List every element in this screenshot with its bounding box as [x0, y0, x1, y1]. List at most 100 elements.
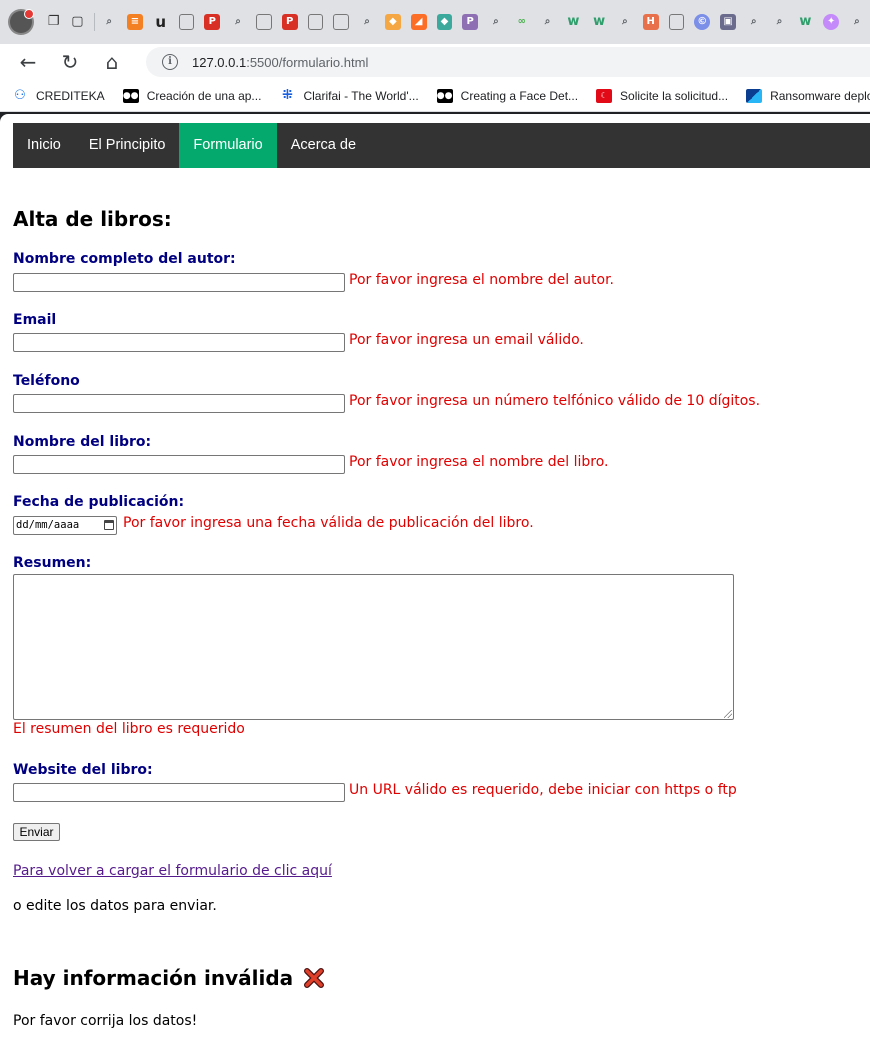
stackoverflow-tab-icon[interactable]: ≡: [127, 14, 143, 30]
bookmark-item[interactable]: ☾ Solicite la solicitud...: [596, 88, 729, 103]
bookmark-label: Clarifai - The World'...: [303, 88, 419, 103]
bookmark-item[interactable]: ●● Creación de una ap...: [122, 88, 262, 103]
p-tab-icon[interactable]: P: [462, 14, 479, 30]
summary-error: El resumen del libro es requerido: [13, 721, 245, 737]
document-tab-icon[interactable]: [668, 14, 685, 30]
website-label: Website del libro:: [13, 762, 153, 778]
pub-date-placeholder: dd/mm/aaaa: [16, 519, 80, 531]
cross-mark-icon: [303, 967, 325, 989]
phone-error: Por favor ingresa un número telfónico vá…: [349, 393, 761, 409]
search-tab-icon[interactable]: ⌕: [101, 14, 117, 30]
app-tab-icon[interactable]: ▣: [720, 14, 736, 30]
nav-link-acerca-de[interactable]: Acerca de: [277, 123, 370, 168]
globe-tab-icon[interactable]: ©: [694, 14, 711, 30]
book-name-label: Nombre del libro:: [13, 434, 152, 450]
bookmark-label: Solicite la solicitud...: [620, 88, 729, 103]
medium-icon: ●●: [122, 88, 139, 103]
bookmarks-bar: ⚇ CREDITEKA ●● Creación de una ap... ⁜ C…: [0, 80, 870, 112]
book-name-error: Por favor ingresa el nombre del libro.: [349, 454, 609, 470]
page-title: Alta de libros:: [13, 207, 172, 231]
summary-label: Resumen:: [13, 555, 92, 571]
w-tab-icon[interactable]: w: [591, 14, 607, 30]
package-tab-icon[interactable]: ◆: [384, 14, 401, 30]
search-tab-icon[interactable]: ⌕: [746, 14, 762, 30]
site-info-icon[interactable]: i: [162, 54, 178, 70]
author-label: Nombre completo del autor:: [13, 251, 236, 267]
website-error: Un URL válido es requerido, debe iniciar…: [349, 782, 737, 798]
crediteka-icon: ⚇: [14, 87, 26, 103]
bookmark-item[interactable]: ⚇ CREDITEKA: [12, 87, 105, 103]
flag-icon: ☾: [596, 88, 613, 103]
nav-link-formulario[interactable]: Formulario: [179, 123, 277, 168]
gitlab-tab-icon[interactable]: ◢: [410, 14, 427, 30]
calendar-icon[interactable]: [104, 520, 114, 530]
nav-link-el-principito[interactable]: El Principito: [75, 123, 180, 168]
pdf-tab-icon[interactable]: P: [204, 14, 221, 30]
workspaces-icon[interactable]: ❐: [46, 14, 62, 30]
medium-icon: ●●: [436, 88, 453, 103]
w-tab-icon[interactable]: w: [565, 14, 581, 30]
reload-form-link[interactable]: Para volver a cargar el formulario de cl…: [13, 863, 332, 879]
cross-mark-svg: [304, 968, 325, 988]
bookmark-item[interactable]: ⁜ Clarifai - The World'...: [279, 87, 419, 103]
top-navbar: Inicio El Principito Formulario Acerca d…: [13, 123, 870, 168]
tab-actions-icon[interactable]: ▢: [69, 14, 85, 30]
pdf-tab-icon[interactable]: P: [281, 14, 298, 30]
bookmark-label: Ransomware deplo...: [770, 88, 870, 103]
browser-toolbar: ← ↻ ⌂ i 127.0.0.1:5500/formulario.html: [0, 44, 870, 80]
search-tab-icon[interactable]: ⌕: [488, 14, 504, 30]
bookmark-logo-icon: [746, 88, 763, 103]
email-label: Email: [13, 312, 57, 328]
clarifai-icon: ⁜: [281, 87, 293, 103]
document-tab-icon[interactable]: [255, 14, 272, 30]
author-input[interactable]: [13, 273, 345, 292]
pub-date-label: Fecha de publicación:: [13, 494, 185, 510]
website-input[interactable]: [13, 783, 345, 802]
tab-separator: [94, 13, 96, 31]
browser-tab-strip: ❐ ▢ ⌕ ≡ u P ⌕ P ⌕ ◆ ◢ ◆ P ⌕ ∞ ⌕ w w ⌕ H …: [0, 0, 870, 44]
invalid-heading: Hay información inválida: [13, 966, 325, 990]
submit-button[interactable]: Enviar: [13, 823, 60, 841]
bookmark-label: Creación de una ap...: [146, 88, 262, 103]
link-tab-icon[interactable]: ∞: [514, 14, 530, 30]
bookmark-label: CREDITEKA: [36, 88, 105, 103]
search-tab-icon[interactable]: ⌕: [617, 14, 633, 30]
summary-textarea[interactable]: [13, 574, 734, 720]
reload-icon[interactable]: ↻: [56, 48, 84, 76]
search-tab-icon[interactable]: ⌕: [359, 14, 375, 30]
diamond-tab-icon[interactable]: ◆: [436, 14, 453, 30]
bookmark-item[interactable]: ●● Creating a Face Det...: [436, 88, 578, 103]
nav-link-inicio[interactable]: Inicio: [13, 123, 75, 168]
address-url: 127.0.0.1:5500/formulario.html: [192, 55, 368, 70]
home-icon[interactable]: ⌂: [98, 48, 126, 76]
gemini-tab-icon[interactable]: ✦: [823, 14, 840, 30]
ha-tab-icon[interactable]: H: [642, 14, 659, 30]
search-tab-icon[interactable]: ⌕: [540, 14, 556, 30]
search-tab-icon[interactable]: ⌕: [230, 14, 246, 30]
search-tab-icon[interactable]: ⌕: [772, 14, 788, 30]
page-viewport: Inicio El Principito Formulario Acerca d…: [0, 114, 870, 1058]
address-host: 127.0.0.1: [192, 54, 247, 70]
bookmark-item[interactable]: Ransomware deplo...: [746, 88, 870, 103]
pub-date-input[interactable]: dd/mm/aaaa: [13, 516, 117, 535]
phone-input[interactable]: [13, 394, 345, 413]
address-bar[interactable]: i 127.0.0.1:5500/formulario.html: [146, 47, 870, 77]
edit-note: o edite los datos para enviar.: [13, 898, 217, 914]
document-tab-icon[interactable]: [307, 14, 324, 30]
email-input[interactable]: [13, 333, 345, 352]
udemy-tab-icon[interactable]: u: [153, 14, 169, 30]
profile-avatar-icon[interactable]: [8, 9, 34, 35]
address-path: :5500/formulario.html: [246, 54, 369, 70]
phone-label: Teléfono: [13, 373, 80, 389]
pub-date-error: Por favor ingresa una fecha válida de pu…: [123, 515, 534, 531]
back-arrow-icon[interactable]: ←: [14, 48, 42, 76]
resize-grip-icon[interactable]: [724, 710, 732, 718]
fix-note: Por favor corrija los datos!: [13, 1013, 198, 1029]
w-tab-icon[interactable]: w: [798, 14, 814, 30]
book-name-input[interactable]: [13, 455, 345, 474]
document-tab-icon[interactable]: [333, 14, 350, 30]
document-tab-icon[interactable]: [178, 14, 195, 30]
invalid-heading-text: Hay información inválida: [13, 966, 294, 990]
email-error: Por favor ingresa un email válido.: [349, 332, 584, 348]
search-tab-icon[interactable]: ⌕: [849, 14, 865, 30]
